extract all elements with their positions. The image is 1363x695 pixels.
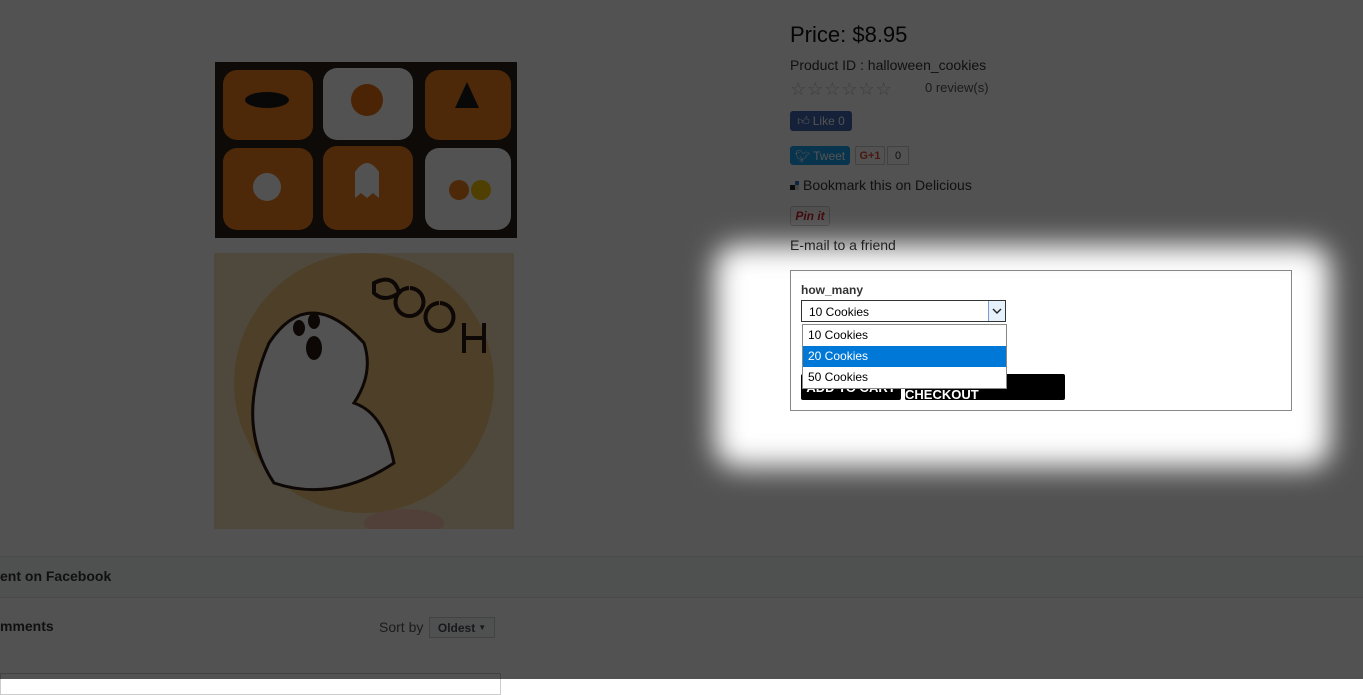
google-plus-button[interactable]: G+1 <box>855 146 885 165</box>
quantity-option-highlighted[interactable]: 20 Cookies <box>803 346 1006 367</box>
tweet-button[interactable]: 🐦︎ Tweet <box>790 146 850 165</box>
google-plus-count: 0 <box>887 146 909 165</box>
facebook-like-button[interactable]: 👍︎ Like 0 <box>790 111 852 131</box>
caret-down-icon: ▼ <box>478 623 487 632</box>
ghost-cookie-illustration <box>214 253 514 529</box>
thumbs-up-icon: 👍︎ <box>797 113 810 128</box>
rating-stars-icon[interactable]: ☆☆☆☆☆☆ <box>790 79 893 100</box>
product-id: Product ID : halloween_cookies <box>790 57 987 73</box>
delicious-bookmark-link[interactable]: Bookmark this on Delicious <box>790 177 972 193</box>
review-count[interactable]: 0 review(s) <box>925 80 989 95</box>
product-image-cookie-tray <box>215 62 517 238</box>
delicious-label: Bookmark this on Delicious <box>803 177 972 193</box>
delicious-icon <box>790 180 799 190</box>
sort-order-select[interactable]: Oldest ▼ <box>429 617 495 638</box>
sort-by-label: Sort by <box>379 619 424 635</box>
product-page: Price: $8.95 Product ID : halloween_cook… <box>0 0 1363 695</box>
quantity-option[interactable]: 10 Cookies <box>803 325 1006 346</box>
quantity-select[interactable]: 10 Cookies <box>801 300 1006 322</box>
tweet-label: Tweet <box>813 148 846 163</box>
quantity-dropdown-list: 10 Cookies 20 Cookies 50 Cookies <box>802 324 1007 389</box>
product-image-ghost-cookie <box>214 253 514 529</box>
cookie-tray-illustration <box>215 62 517 238</box>
quantity-option[interactable]: 50 Cookies <box>803 367 1006 388</box>
comments-count-title: mments <box>0 618 54 634</box>
facebook-comments-title: ent on Facebook <box>0 568 112 584</box>
quantity-field-label: how_many <box>801 283 864 297</box>
twitter-bird-icon: 🐦︎ <box>794 148 811 163</box>
chevron-down-icon[interactable] <box>988 301 1005 321</box>
facebook-like-label: Like 0 <box>812 114 845 128</box>
facebook-comments-header: ent on Facebook <box>0 556 1363 598</box>
sort-order-value: Oldest <box>437 620 476 635</box>
purchase-form: how_many 10 Cookies 10 Cookies 20 Cookie… <box>790 270 1292 411</box>
pinterest-pin-button[interactable]: Pin it <box>790 206 830 226</box>
comment-input[interactable] <box>0 673 501 695</box>
quantity-select-value: 10 Cookies <box>809 305 870 319</box>
email-friend-link[interactable]: E-mail to a friend <box>790 237 896 253</box>
product-price: Price: $8.95 <box>790 22 908 47</box>
